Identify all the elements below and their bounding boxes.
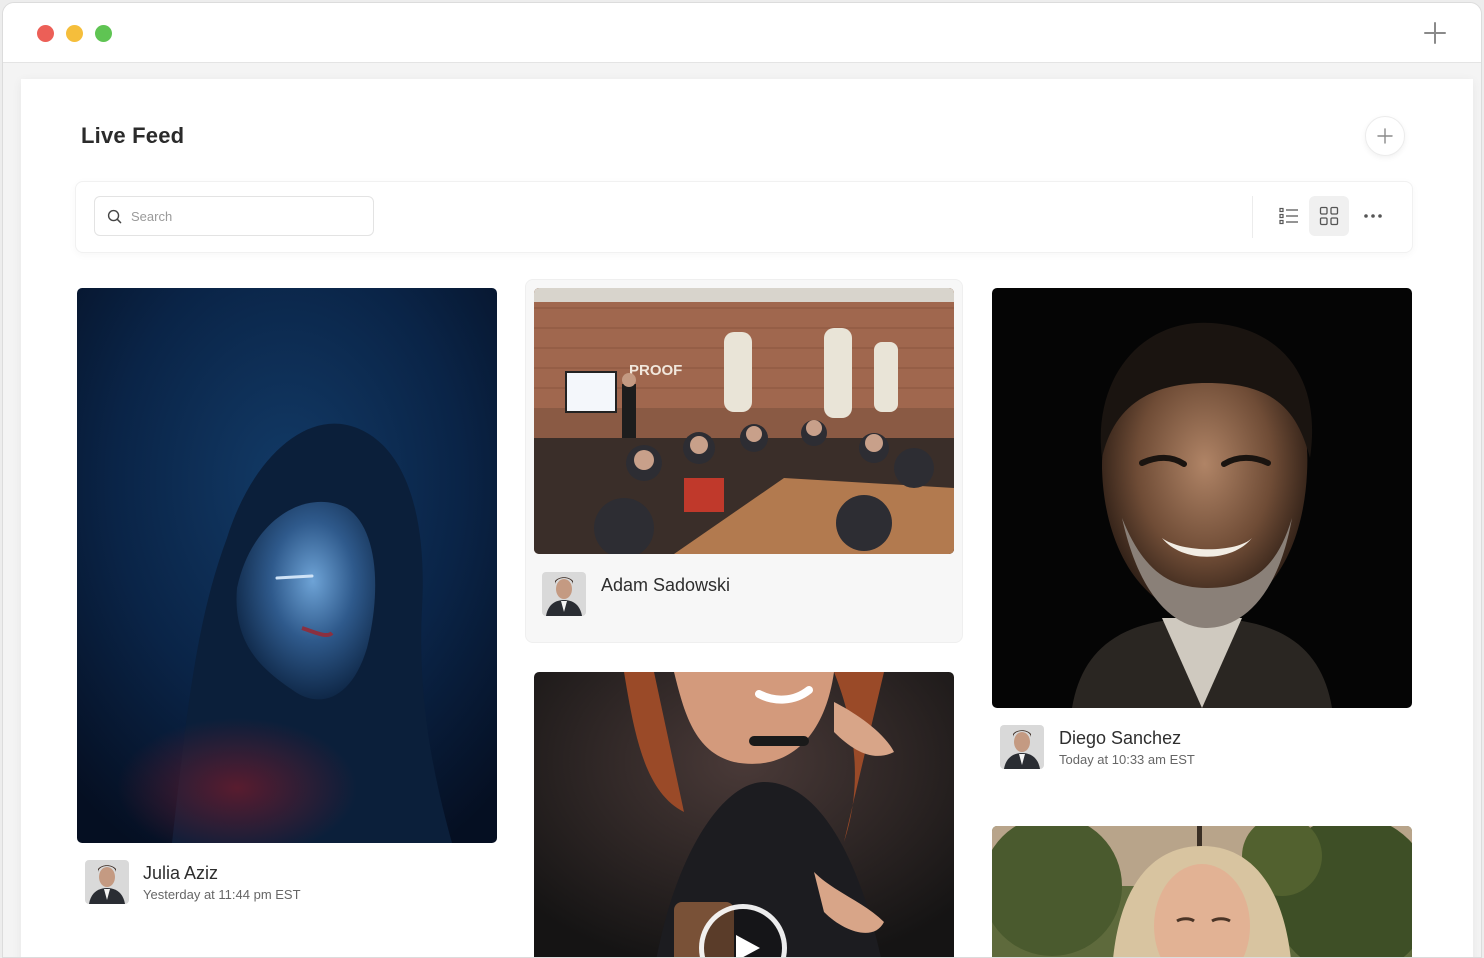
- list-view-button[interactable]: [1269, 196, 1309, 236]
- post-photo[interactable]: PROOF: [534, 288, 954, 554]
- more-options-button[interactable]: [1353, 196, 1393, 236]
- new-tab-plus-icon[interactable]: [1423, 21, 1447, 45]
- avatar-image: [1000, 725, 1044, 769]
- window-minimize-button[interactable]: [66, 25, 83, 42]
- plus-icon: [1377, 128, 1393, 144]
- avatar[interactable]: [85, 860, 129, 904]
- post-video[interactable]: [534, 672, 954, 957]
- search-input[interactable]: [131, 208, 351, 224]
- avatar-image: [542, 572, 586, 616]
- avatar[interactable]: [1000, 725, 1044, 769]
- main-panel: Live Feed Search Julia Aziz Yesterday at…: [21, 79, 1473, 957]
- post-photo[interactable]: [77, 288, 497, 843]
- author-name[interactable]: Diego Sanchez: [1059, 728, 1181, 749]
- portrait-image: [77, 288, 497, 843]
- grid-view-icon: [1319, 206, 1339, 226]
- avatar-image: [85, 860, 129, 904]
- toolbar-divider: [1252, 196, 1253, 238]
- list-view-icon: [1279, 207, 1298, 225]
- portrait-image: [992, 288, 1412, 708]
- window-close-button[interactable]: [37, 25, 54, 42]
- post-time: Yesterday at 11:44 pm EST: [143, 887, 301, 902]
- play-icon: [736, 935, 760, 957]
- window-maximize-button[interactable]: [95, 25, 112, 42]
- post-photo[interactable]: [992, 288, 1412, 708]
- more-dots-icon: [1364, 214, 1382, 218]
- avatar[interactable]: [542, 572, 586, 616]
- add-post-button[interactable]: [1365, 116, 1405, 156]
- feed-toolbar: [75, 181, 1413, 253]
- app-window: Live Feed Search Julia Aziz Yesterday at…: [2, 2, 1482, 958]
- search-box: [94, 196, 374, 236]
- meeting-room-image: PROOF: [534, 288, 954, 554]
- author-name[interactable]: Adam Sadowski: [601, 575, 730, 596]
- search-icon: [107, 209, 122, 223]
- page-title: Live Feed: [81, 123, 185, 148]
- wall-sign-text: PROOF: [629, 362, 682, 379]
- post-time: Today at 10:33 am EST: [1059, 752, 1195, 767]
- author-name[interactable]: Julia Aziz: [143, 863, 218, 884]
- title-bar: [3, 3, 1481, 63]
- grid-view-button[interactable]: [1309, 196, 1349, 236]
- outdoor-portrait-image: [992, 826, 1412, 957]
- post-photo[interactable]: [992, 826, 1412, 957]
